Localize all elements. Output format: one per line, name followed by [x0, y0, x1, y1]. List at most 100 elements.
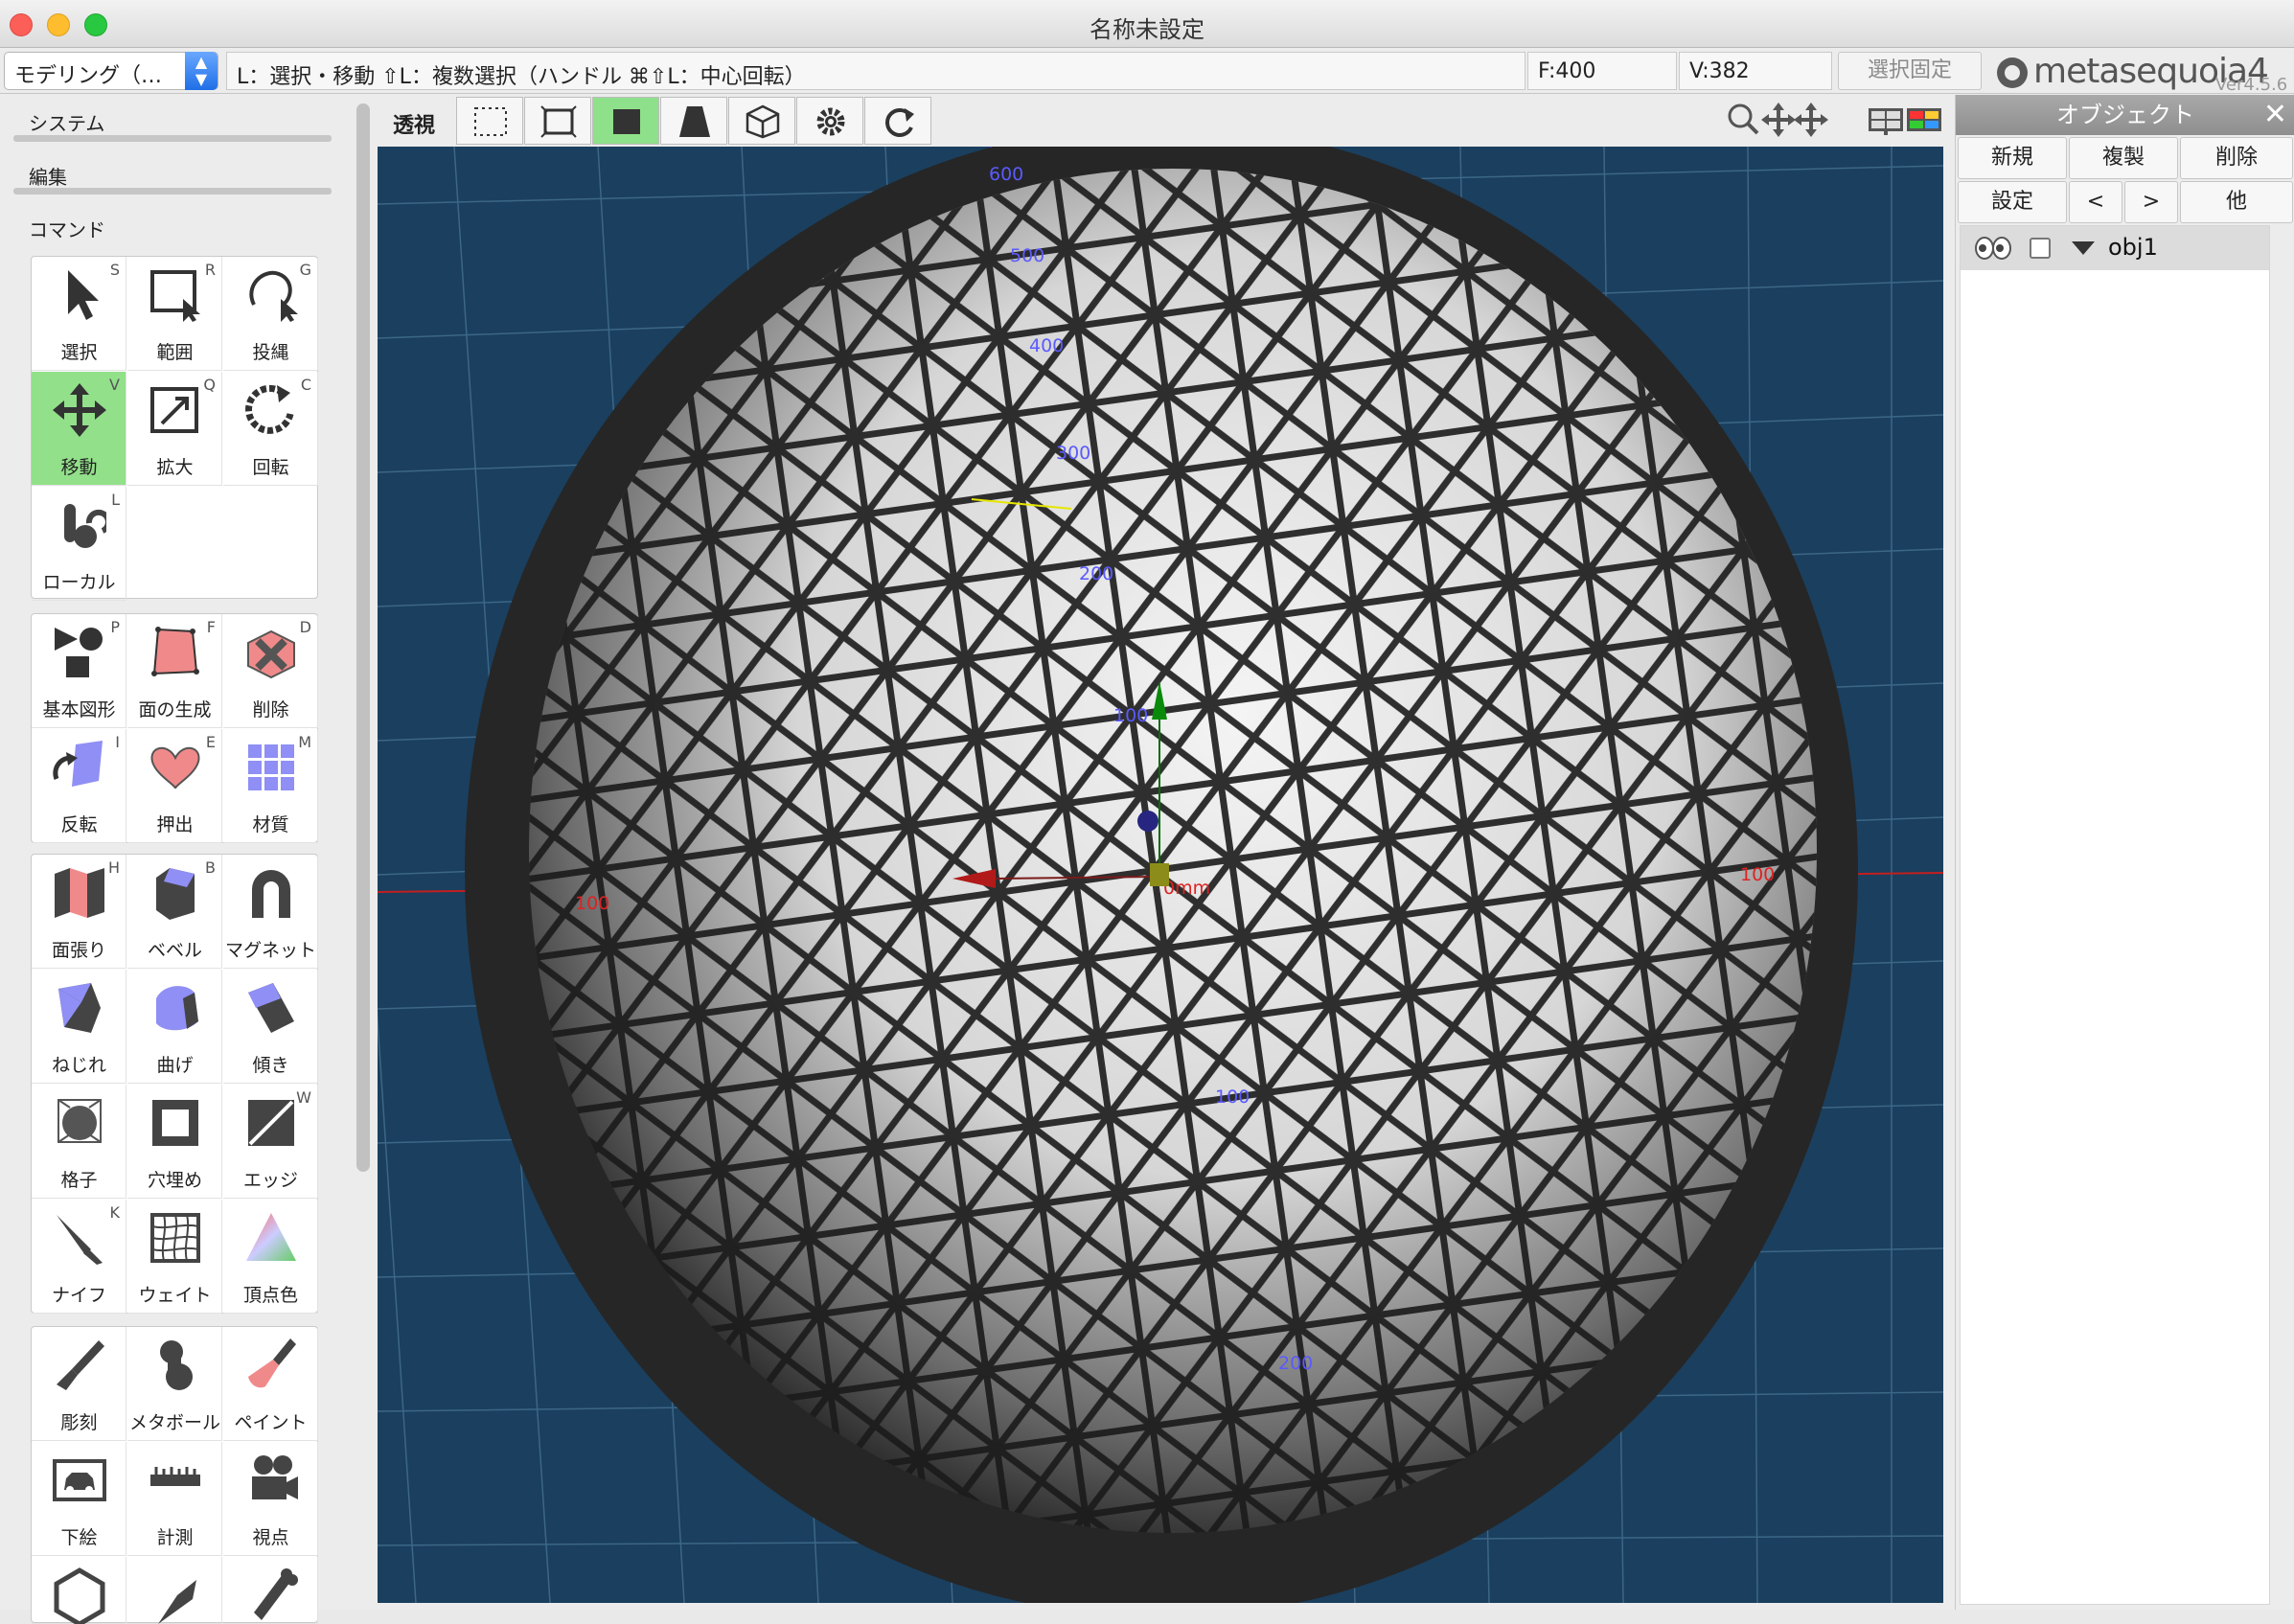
tool-delete[interactable]: D 削除: [223, 614, 318, 728]
color-layout-icon[interactable]: [1907, 108, 1941, 131]
tool-bend[interactable]: 曲げ: [127, 970, 222, 1084]
wire-frame-icon: [540, 105, 577, 138]
arrow-icon: [68, 270, 99, 320]
vertex-dots-icon: [474, 107, 507, 136]
y500-label: 500: [1010, 245, 1044, 266]
move-down-button[interactable]: >: [2124, 181, 2178, 223]
tool-lattice[interactable]: 格子: [32, 1085, 126, 1199]
tool-label: ペイント: [234, 1412, 308, 1433]
top-toolbar: モデリング（… ▲ ▼ L：選択・移動 ⇧L：複数選択（ハンドル ⌘⇧L：中心回転…: [0, 48, 2294, 95]
tool-edge[interactable]: W エッジ: [223, 1085, 318, 1199]
tool-magnet[interactable]: マグネット: [223, 855, 318, 969]
grid-cube-button[interactable]: [728, 97, 795, 145]
reset-view-button[interactable]: [864, 97, 931, 145]
show-edges-button[interactable]: [524, 97, 591, 145]
tool-more-3[interactable]: [223, 1557, 318, 1624]
tool-knife[interactable]: K ナイフ: [32, 1200, 126, 1314]
tool-lasso[interactable]: G 投縄: [223, 257, 318, 371]
lock-checkbox[interactable]: [2030, 238, 2051, 259]
metaball-icon: [160, 1340, 193, 1390]
paint-icon: [248, 1338, 296, 1388]
tool-viewpoint[interactable]: 視点: [223, 1442, 318, 1556]
tool-more-2[interactable]: [127, 1557, 222, 1624]
tool-rotate[interactable]: C 回転: [223, 372, 318, 486]
screen-layout-icon[interactable]: [1869, 108, 1903, 135]
tool-more-1[interactable]: [32, 1557, 126, 1624]
tool-label: マグネット: [224, 940, 316, 961]
tool-measure[interactable]: 計測: [127, 1442, 222, 1556]
origin-label: 0mm: [1163, 878, 1210, 899]
sphere-wireframe: [529, 169, 1817, 1533]
tool-move[interactable]: V 移動: [32, 372, 126, 486]
sidebar-scrollbar[interactable]: [356, 103, 370, 1172]
lattice-icon: [57, 1099, 102, 1143]
tool-underlay[interactable]: 下絵: [32, 1442, 126, 1556]
navigation-icons: [1728, 103, 1941, 137]
disclosure-triangle-icon[interactable]: [2072, 241, 2095, 257]
measure-icon: [150, 1467, 200, 1486]
tool-metaball[interactable]: メタボール: [127, 1327, 222, 1441]
pan-icon[interactable]: [1761, 103, 1796, 137]
x-neg-label: 100: [575, 893, 609, 914]
gizmo-z-handle[interactable]: [1137, 811, 1158, 832]
tool-paint[interactable]: ペイント: [223, 1327, 318, 1441]
move-up-button[interactable]: <: [2069, 181, 2122, 223]
mode-select[interactable]: モデリング（… ▲ ▼: [4, 52, 218, 90]
perspective-icon: [679, 106, 710, 137]
delete-object-button[interactable]: 削除: [2180, 137, 2293, 179]
shortcut-key: C: [300, 376, 311, 394]
object-settings-button[interactable]: 設定: [1958, 181, 2067, 223]
vertex-color-icon: [246, 1213, 296, 1261]
view-settings-button[interactable]: [796, 97, 863, 145]
tool-bevel[interactable]: B ベベル: [127, 855, 222, 969]
lock-selection-button[interactable]: 選択固定: [1838, 52, 1982, 90]
tool-face-fill[interactable]: H 面張り: [32, 855, 126, 969]
section-system[interactable]: システム: [29, 108, 104, 136]
y300-label: 300: [1056, 443, 1090, 464]
tool-flip[interactable]: I 反転: [32, 729, 126, 843]
other-button[interactable]: 他: [2180, 181, 2293, 223]
tool-fill-hole[interactable]: 穴埋め: [127, 1085, 222, 1199]
object-list: obj1: [1960, 225, 2270, 1605]
tool-label: 計測: [156, 1527, 194, 1548]
fill-hole-icon: [152, 1100, 198, 1146]
list-item[interactable]: obj1: [1961, 226, 2269, 270]
knife-icon: [57, 1215, 103, 1265]
tool-select[interactable]: S 選択: [32, 257, 126, 371]
perspective-button[interactable]: [660, 97, 727, 145]
tool-primitive[interactable]: P 基本図形: [32, 614, 126, 728]
bone-icon: [254, 1568, 298, 1620]
shortcut-key: H: [107, 858, 120, 877]
bend-icon: [156, 986, 198, 1031]
view-navigation-tools: [1727, 101, 1947, 139]
tool-local[interactable]: L ローカル: [32, 487, 126, 601]
local-icon: [64, 504, 106, 548]
duplicate-object-button[interactable]: 複製: [2069, 137, 2178, 179]
scene-canvas[interactable]: 600 500 400 300 200 100 100 100 100 200 …: [378, 147, 1943, 1603]
tool-material[interactable]: M 材質: [223, 729, 318, 843]
tool-weight[interactable]: ウェイト: [127, 1200, 222, 1314]
tool-tilt[interactable]: 傾き: [223, 970, 318, 1084]
section-edit[interactable]: 編集: [29, 162, 67, 190]
visibility-eye-icon[interactable]: [1974, 237, 2012, 260]
tool-label: 頂点色: [242, 1285, 298, 1306]
zoom-icon[interactable]: [1728, 103, 1759, 135]
3d-viewport[interactable]: 600 500 400 300 200 100 100 100 100 200 …: [378, 147, 1943, 1603]
show-faces-button[interactable]: [592, 97, 659, 145]
tool-face-create[interactable]: F 面の生成: [127, 614, 222, 728]
gear-icon: [816, 107, 845, 136]
section-command[interactable]: コマンド: [29, 215, 105, 242]
tool-extrude[interactable]: E 押出: [127, 729, 222, 843]
gizmo-center-handle[interactable]: [1150, 863, 1169, 886]
tool-sculpt[interactable]: 彫刻: [32, 1327, 126, 1441]
tool-twist[interactable]: ねじれ: [32, 970, 126, 1084]
tool-range[interactable]: R 範囲: [127, 257, 222, 371]
tool-scale[interactable]: Q 拡大: [127, 372, 222, 486]
tool-vertex-color[interactable]: 頂点色: [223, 1200, 318, 1314]
close-icon[interactable]: ✕: [2263, 95, 2287, 135]
scale-icon: [150, 387, 198, 433]
show-vertices-button[interactable]: [456, 97, 523, 145]
twist-icon: [58, 983, 101, 1033]
orbit-icon[interactable]: [1794, 103, 1828, 137]
new-object-button[interactable]: 新規: [1958, 137, 2067, 179]
